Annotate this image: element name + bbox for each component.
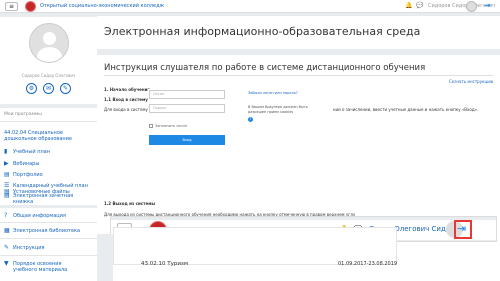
profile-card: Сидоров Сидор Олегович ⚙ ✉ ✎ [0,17,97,104]
cookie-note: В Вашем браузере должен быть разрешен пр… [248,105,308,114]
nav-item-instruction[interactable]: ✎ Инструкция [4,244,96,252]
help-icon: ? [248,117,253,122]
course-dates: 01.09.2017-23.08.2019 [338,261,398,267]
study-plan-icon: ▮ [4,148,8,155]
section-text: Для выхода из системы дистанционного обу… [104,212,356,217]
nav-item-install-files[interactable]: ▤ Установочные файлы [4,188,96,196]
nav-item-label: Общая информация [13,213,66,219]
remember-label: Запомнить логин [155,124,188,128]
chat-icon[interactable]: 💬 [416,2,423,9]
nav-item-label: Установочные файлы [13,189,70,195]
nav-item-portfolio[interactable]: ▤ Портфолио [4,171,96,179]
course-code: 43.02.10 Туризм [141,261,188,267]
content-title: Инструкция слушателя по работе в системе… [104,63,426,73]
program-link[interactable]: 44.02.04 Специальное дошкольное образова… [4,130,94,142]
login-form-illustration: Логин Пароль Запомнить логин Вход Забыли… [148,89,333,160]
settings-icon[interactable]: ⚙ [26,83,37,94]
nav-header: Мои программы [4,112,42,117]
section-heading: 1. Начало обучения [104,87,150,92]
nav-item-label: Учебный план [13,149,51,155]
college-logo[interactable] [25,1,36,12]
portfolio-icon: ▤ [4,171,10,178]
bell-icon[interactable]: 🔔 [405,2,412,9]
instruction-icon: ✎ [4,244,10,251]
nav-item-study-order[interactable]: ▼ Порядок освоения учебного материала [4,260,84,274]
screenshot-margin [97,234,113,281]
profile-avatar [29,23,69,63]
nav-item-label: Электронная библиотека [13,228,81,234]
nav-item-label: Вебинары [13,161,40,167]
nav-item-study-plan[interactable]: ▮ Учебный план [4,148,96,156]
messages-icon[interactable]: ✉ [43,83,54,94]
brand-link[interactable]: Открытый социально-экономический колледж [40,3,164,9]
nav-item-label: Портфолио [13,172,43,178]
login-button: Вход [149,135,225,145]
login-field: Логин [149,90,225,99]
top-navbar: ≡ Открытый социально-экономический колле… [0,0,500,13]
nav-item-label: Порядок освоения учебного материала [13,261,68,273]
section-heading: 1.1 Вход в систему [104,97,148,102]
filter-icon: ▼ [4,260,9,267]
nav-item-library[interactable]: ▦ Электронная библиотека [4,227,96,235]
nav-item-general-info[interactable]: ? Общая информация [4,212,96,220]
webinar-icon: ▶ [4,160,9,167]
page-title-card: Электронная информационно-образовательна… [97,16,500,49]
page-title: Электронная информационно-образовательна… [104,25,421,38]
course-card-illustration [113,227,397,265]
nav-item-webinars[interactable]: ▶ Вебинары [4,160,96,168]
install-files-icon: ▤ [4,188,10,195]
user-avatar[interactable] [466,1,477,12]
profile-name: Сидоров Сидор Олегович [21,73,76,78]
forgot-link: Забыли логин или пароль? [248,91,298,95]
section-heading: 1.2 Выход из системы [104,201,156,206]
remember-checkbox: Запомнить логин [149,124,187,128]
logout-icon[interactable]: ⇥ [484,1,491,11]
download-instruction-link[interactable]: Скачать инструкцию [449,79,493,84]
library-icon: ▦ [4,227,10,234]
info-icon: ? [4,212,8,219]
info-nav: ▤ Установочные файлы ? Общая информация … [0,189,97,281]
nav-item-label: Инструкция [13,245,45,251]
edit-profile-icon[interactable]: ✎ [60,83,71,94]
password-field: Пароль [149,104,225,113]
menu-toggle-button[interactable]: ≡ [5,2,18,11]
